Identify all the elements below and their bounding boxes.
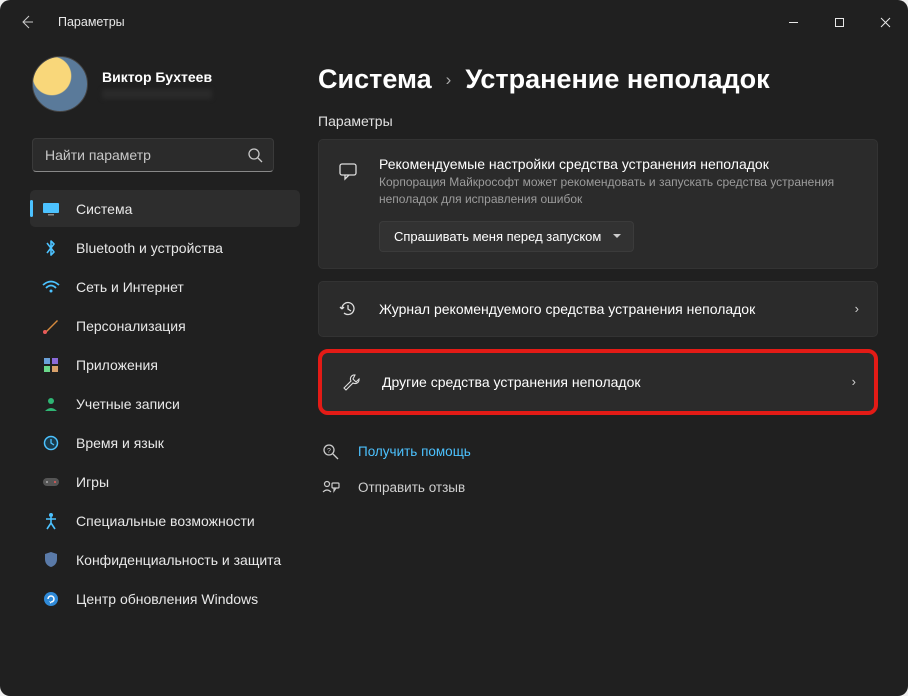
window-title: Параметры <box>58 15 125 29</box>
nav-apps[interactable]: Приложения <box>30 346 300 383</box>
nav-accounts[interactable]: Учетные записи <box>30 385 300 422</box>
nav-label: Bluetooth и устройства <box>76 240 223 256</box>
nav-label: Игры <box>76 474 109 490</box>
chevron-right-icon: › <box>852 374 856 389</box>
profile-email-blurred <box>102 89 212 99</box>
nav-personalization[interactable]: Персонализация <box>30 307 300 344</box>
close-button[interactable] <box>862 7 908 37</box>
time-icon <box>42 434 60 452</box>
wrench-icon <box>340 371 362 393</box>
give-feedback-link[interactable]: Отправить отзыв <box>322 479 878 497</box>
nav: Система Bluetooth и устройства Сеть и Ин… <box>4 188 302 617</box>
accounts-icon <box>42 395 60 413</box>
search-icon <box>247 147 263 163</box>
dropdown-label: Спрашивать меня перед запуском <box>394 229 601 244</box>
accessibility-icon <box>42 512 60 530</box>
sidebar: Виктор Бухтеев Найти параметр Система Bl… <box>0 44 306 696</box>
privacy-icon <box>42 551 60 569</box>
feedback-icon <box>322 479 340 497</box>
nav-label: Центр обновления Windows <box>76 591 258 607</box>
get-help-link[interactable]: ? Получить помощь <box>322 443 878 461</box>
search-input[interactable]: Найти параметр <box>32 138 274 172</box>
nav-label: Система <box>76 201 132 217</box>
bluetooth-icon <box>42 239 60 257</box>
chevron-right-icon: › <box>446 70 452 90</box>
nav-label: Персонализация <box>76 318 186 334</box>
profile[interactable]: Виктор Бухтеев <box>4 52 302 128</box>
games-icon <box>42 473 60 491</box>
nav-windows-update[interactable]: Центр обновления Windows <box>30 580 300 617</box>
system-icon <box>42 200 60 218</box>
nav-label: Учетные записи <box>76 396 180 412</box>
chat-icon <box>337 160 359 182</box>
card-recommended-settings: Рекомендуемые настройки средства устране… <box>318 139 878 269</box>
help-icon: ? <box>322 443 340 461</box>
nav-label: Приложения <box>76 357 158 373</box>
card-other-troubleshooters[interactable]: Другие средства устранения неполадок › <box>318 349 878 415</box>
nav-network[interactable]: Сеть и Интернет <box>30 268 300 305</box>
main: Система › Устранение неполадок Параметры… <box>306 44 908 696</box>
nav-privacy[interactable]: Конфиденциальность и защита <box>30 541 300 578</box>
nav-label: Время и язык <box>76 435 164 451</box>
wifi-icon <box>42 278 60 296</box>
dropdown-ask-before-run[interactable]: Спрашивать меня перед запуском <box>379 221 634 252</box>
nav-label: Специальные возможности <box>76 513 255 529</box>
nav-system[interactable]: Система <box>30 190 300 227</box>
chevron-right-icon: › <box>855 301 859 316</box>
search-placeholder: Найти параметр <box>45 147 151 163</box>
history-icon <box>337 298 359 320</box>
card-troubleshooter-history[interactable]: Журнал рекомендуемого средства устранени… <box>318 281 878 337</box>
maximize-button[interactable] <box>816 7 862 37</box>
nav-accessibility[interactable]: Специальные возможности <box>30 502 300 539</box>
card-title: Рекомендуемые настройки средства устране… <box>379 156 859 172</box>
breadcrumb: Система › Устранение неполадок <box>318 64 878 95</box>
link-label: Отправить отзыв <box>358 480 465 495</box>
avatar <box>32 56 88 112</box>
link-label: Получить помощь <box>358 444 471 459</box>
card-title: Другие средства устранения неполадок <box>382 374 641 390</box>
nav-bluetooth[interactable]: Bluetooth и устройства <box>30 229 300 266</box>
apps-icon <box>42 356 60 374</box>
minimize-button[interactable] <box>770 7 816 37</box>
card-title: Журнал рекомендуемого средства устранени… <box>379 301 755 317</box>
nav-label: Сеть и Интернет <box>76 279 184 295</box>
update-icon <box>42 590 60 608</box>
nav-time-language[interactable]: Время и язык <box>30 424 300 461</box>
card-subtitle: Корпорация Майкрософт может рекомендоват… <box>379 174 859 209</box>
titlebar: Параметры <box>0 0 908 44</box>
personalize-icon <box>42 317 60 335</box>
breadcrumb-parent[interactable]: Система <box>318 64 432 95</box>
breadcrumb-current: Устранение неполадок <box>465 64 769 95</box>
nav-gaming[interactable]: Игры <box>30 463 300 500</box>
profile-name: Виктор Бухтеев <box>102 69 212 85</box>
svg-text:?: ? <box>327 448 331 455</box>
back-button[interactable] <box>10 5 44 39</box>
section-label: Параметры <box>318 113 878 129</box>
nav-label: Конфиденциальность и защита <box>76 552 281 568</box>
